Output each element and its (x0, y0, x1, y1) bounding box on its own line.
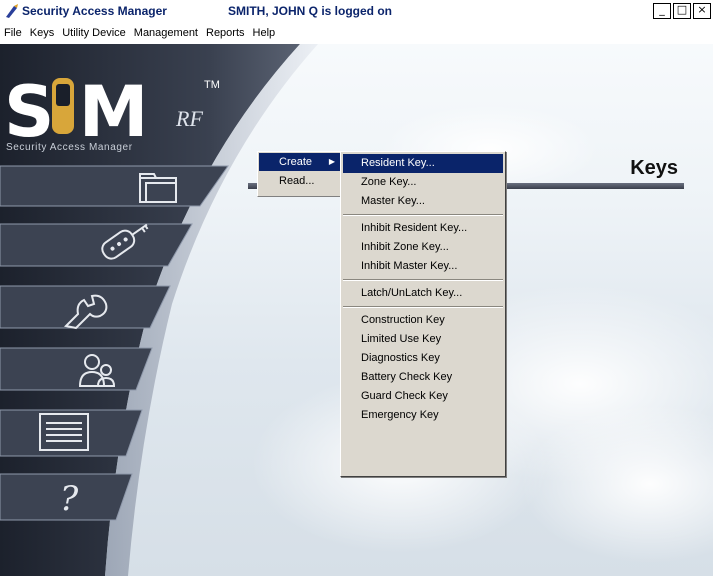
nav-management-button[interactable] (0, 346, 160, 392)
logged-on-status: SMITH, JOHN Q is logged on (228, 4, 393, 18)
menu-separator (343, 214, 503, 216)
nav-help-button[interactable]: ? (0, 472, 140, 522)
menu-bar: File Keys Utility Device Management Repo… (0, 24, 713, 44)
menu-item-diagnostics-key[interactable]: Diagnostics Key (343, 349, 503, 368)
menu-item-zone-key[interactable]: Zone Key... (343, 173, 503, 192)
submenu-arrow-icon: ▶ (328, 157, 335, 166)
rf-mark: RF (175, 106, 203, 131)
menu-item-construction-key[interactable]: Construction Key (343, 311, 503, 330)
menu-item-read-label: Read... (279, 175, 315, 187)
window-title: Security Access Manager (22, 4, 167, 18)
logo-subtitle: Security Access Manager (6, 142, 133, 153)
nav-folder-button[interactable] (0, 164, 230, 208)
menu-item-emergency-key[interactable]: Emergency Key (343, 406, 503, 425)
menu-item-read[interactable]: Read... (259, 172, 341, 190)
title-bar: Security Access Manager SMITH, JOHN Q is… (0, 0, 713, 24)
menu-item-latch-unlatch-key[interactable]: Latch/UnLatch Key... (343, 284, 503, 303)
menu-item-inhibit-resident-key[interactable]: Inhibit Resident Key... (343, 219, 503, 238)
help-icon: ? (60, 479, 79, 519)
minimize-button[interactable]: _ (653, 3, 671, 19)
keys-context-menu: Create ▶ Read... (257, 151, 343, 197)
menu-item-create-label: Create (279, 156, 313, 168)
menu-management[interactable]: Management (130, 24, 202, 44)
menu-utility-device[interactable]: Utility Device (58, 24, 130, 44)
menu-item-create[interactable]: Create ▶ (259, 153, 341, 171)
menu-item-battery-check-key[interactable]: Battery Check Key (343, 368, 503, 387)
menu-item-inhibit-master-key[interactable]: Inhibit Master Key... (343, 257, 503, 276)
menu-separator (343, 306, 503, 308)
menu-separator (343, 279, 503, 281)
create-submenu: Resident Key... Zone Key... Master Key..… (340, 151, 506, 477)
nav-utility-button[interactable] (0, 284, 180, 330)
menu-item-master-key[interactable]: Master Key... (343, 192, 503, 211)
menu-item-guard-check-key[interactable]: Guard Check Key (343, 387, 503, 406)
trademark: TM (204, 79, 220, 91)
menu-file[interactable]: File (0, 24, 26, 44)
maximize-button[interactable]: □ (673, 3, 691, 19)
close-button[interactable]: × (693, 3, 711, 19)
nav-reports-button[interactable] (0, 408, 150, 458)
menu-keys[interactable]: Keys (26, 24, 58, 44)
nav-keys-button[interactable] (0, 222, 200, 268)
menu-item-resident-key[interactable]: Resident Key... (343, 154, 503, 173)
menu-item-limited-use-key[interactable]: Limited Use Key (343, 330, 503, 349)
app-icon (6, 4, 18, 18)
menu-item-inhibit-zone-key[interactable]: Inhibit Zone Key... (343, 238, 503, 257)
menu-help[interactable]: Help (249, 24, 280, 44)
logo-letters: S M (4, 71, 148, 153)
page-title: Keys (630, 157, 678, 179)
menu-reports[interactable]: Reports (202, 24, 249, 44)
